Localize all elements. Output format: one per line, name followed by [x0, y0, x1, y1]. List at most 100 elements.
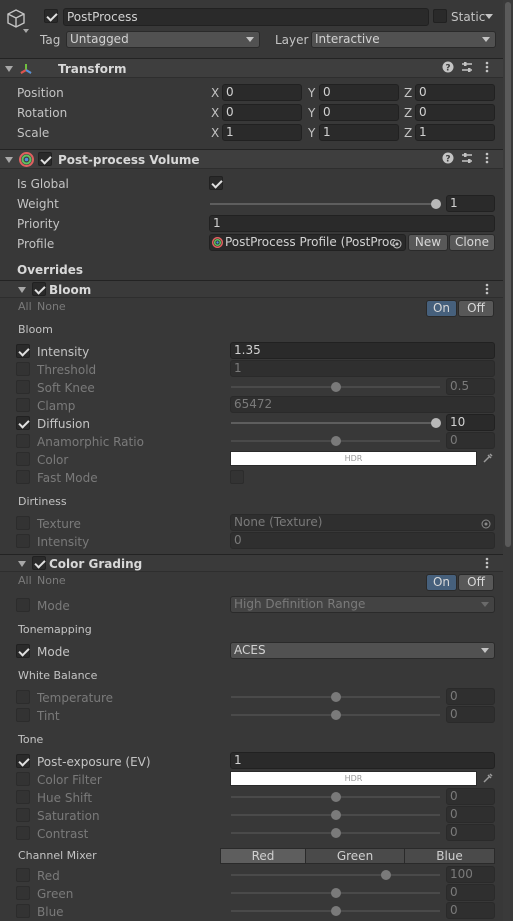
anamorphic-slider-thumb[interactable] [331, 436, 341, 446]
menu-icon[interactable] [481, 556, 493, 573]
select-none-link[interactable]: None [37, 300, 66, 314]
rotation-x-field[interactable]: 0 [222, 104, 302, 121]
menu-icon[interactable] [481, 60, 493, 77]
axis-x-label[interactable]: X [211, 86, 219, 100]
bloom-enabled-checkbox[interactable] [32, 282, 46, 296]
threshold-override-checkbox[interactable] [16, 362, 30, 376]
postprocess-volume-header[interactable]: Post-process Volume ? [0, 149, 513, 169]
position-y-field[interactable]: 0 [319, 84, 399, 101]
bloom-color-swatch[interactable]: HDR [230, 451, 477, 466]
clone-profile-button[interactable]: Clone [449, 234, 495, 251]
temperature-field[interactable]: 0 [446, 688, 495, 705]
bloom-on-button[interactable]: On [426, 300, 457, 317]
blue-field[interactable]: 0 [446, 902, 495, 919]
settings-icon[interactable] [461, 61, 473, 76]
axis-y-label[interactable]: Y [308, 126, 315, 140]
blue-override-checkbox[interactable] [16, 904, 30, 918]
settings-icon[interactable] [461, 152, 473, 167]
softknee-field[interactable]: 0.5 [446, 378, 495, 395]
color-filter-override-checkbox[interactable] [16, 772, 30, 786]
scrollbar-thumb[interactable] [505, 2, 511, 547]
static-label[interactable]: Static [451, 10, 485, 24]
color-grading-on-button[interactable]: On [426, 574, 457, 591]
inspector-scrollbar[interactable] [503, 0, 513, 921]
saturation-slider-thumb[interactable] [331, 810, 341, 820]
static-dropdown-arrow[interactable] [485, 14, 493, 19]
blue-slider-thumb[interactable] [331, 906, 341, 916]
axis-z-label[interactable]: Z [404, 86, 412, 100]
contrast-override-checkbox[interactable] [16, 826, 30, 840]
axis-y-label[interactable]: Y [308, 106, 315, 120]
axis-y-label[interactable]: Y [308, 86, 315, 100]
foldout-arrow[interactable] [5, 157, 13, 163]
post-exposure-override-checkbox[interactable] [16, 754, 30, 768]
contrast-field[interactable]: 0 [446, 824, 495, 841]
contrast-slider-thumb[interactable] [331, 828, 341, 838]
color-grading-off-button[interactable]: Off [458, 574, 494, 591]
foldout-arrow[interactable] [5, 66, 13, 72]
select-all-link[interactable]: All [18, 300, 32, 314]
object-picker-icon[interactable] [481, 518, 491, 529]
color-filter-swatch[interactable]: HDR [230, 771, 477, 786]
new-profile-button[interactable]: New [408, 234, 448, 251]
diffusion-slider-thumb[interactable] [431, 418, 441, 428]
dirt-intensity-override-checkbox[interactable] [16, 534, 30, 548]
help-icon[interactable]: ? [442, 152, 454, 167]
weight-slider-thumb[interactable] [431, 199, 441, 209]
red-override-checkbox[interactable] [16, 868, 30, 882]
object-picker-icon[interactable] [392, 238, 402, 249]
anamorphic-field[interactable]: 0 [446, 432, 495, 449]
anamorphic-override-checkbox[interactable] [16, 434, 30, 448]
eyedropper-icon[interactable] [482, 772, 494, 784]
static-checkbox[interactable] [433, 9, 447, 23]
channel-mixer-tab-red[interactable]: Red [220, 848, 306, 864]
help-icon[interactable]: ? [442, 61, 454, 76]
tonemapping-mode-dropdown[interactable]: ACES [230, 642, 495, 659]
axis-x-label[interactable]: X [211, 106, 219, 120]
saturation-field[interactable]: 0 [446, 806, 495, 823]
intensity-override-checkbox[interactable] [16, 344, 30, 358]
texture-field[interactable]: None (Texture) [230, 514, 495, 531]
position-z-field[interactable]: 0 [415, 84, 495, 101]
channel-mixer-tab-blue[interactable]: Blue [404, 848, 495, 864]
tag-dropdown[interactable]: Untagged [66, 31, 260, 48]
grading-mode-override-checkbox[interactable] [16, 598, 30, 612]
profile-field[interactable]: PostProcess Profile (PostProc [209, 234, 406, 251]
fastmode-checkbox[interactable] [230, 470, 244, 484]
select-none-link[interactable]: None [37, 574, 66, 588]
diffusion-override-checkbox[interactable] [16, 416, 30, 430]
axis-z-label[interactable]: Z [404, 126, 412, 140]
hue-shift-field[interactable]: 0 [446, 788, 495, 805]
tonemapping-mode-override-checkbox[interactable] [16, 644, 30, 658]
layer-dropdown[interactable]: Interactive [311, 31, 496, 48]
weight-slider-track[interactable] [210, 203, 438, 205]
clamp-override-checkbox[interactable] [16, 398, 30, 412]
transform-header[interactable]: Transform ? [0, 58, 513, 78]
tint-override-checkbox[interactable] [16, 708, 30, 722]
saturation-override-checkbox[interactable] [16, 808, 30, 822]
temperature-override-checkbox[interactable] [16, 690, 30, 704]
dirt-intensity-field[interactable]: 0 [230, 532, 495, 549]
green-field[interactable]: 0 [446, 884, 495, 901]
post-exposure-field[interactable]: 1 [230, 752, 495, 769]
channel-mixer-tab-green[interactable]: Green [305, 848, 405, 864]
position-x-field[interactable]: 0 [222, 84, 302, 101]
clamp-field[interactable]: 65472 [230, 396, 495, 413]
foldout-arrow[interactable] [18, 561, 26, 567]
rotation-y-field[interactable]: 0 [319, 104, 399, 121]
is-global-checkbox[interactable] [209, 176, 223, 190]
color-override-checkbox[interactable] [16, 452, 30, 466]
color-grading-enabled-checkbox[interactable] [32, 556, 46, 570]
priority-field[interactable]: 1 [209, 215, 495, 232]
temperature-slider-thumb[interactable] [331, 692, 341, 702]
intensity-field[interactable]: 1.35 [230, 342, 495, 359]
fastmode-override-checkbox[interactable] [16, 470, 30, 484]
diffusion-field[interactable]: 10 [446, 414, 495, 431]
rotation-z-field[interactable]: 0 [415, 104, 495, 121]
green-override-checkbox[interactable] [16, 886, 30, 900]
chevron-down-icon[interactable] [23, 29, 29, 33]
diffusion-slider-track[interactable] [231, 422, 440, 424]
red-slider-track[interactable] [231, 874, 440, 876]
green-slider-thumb[interactable] [331, 888, 341, 898]
scale-y-field[interactable]: 1 [319, 124, 399, 141]
